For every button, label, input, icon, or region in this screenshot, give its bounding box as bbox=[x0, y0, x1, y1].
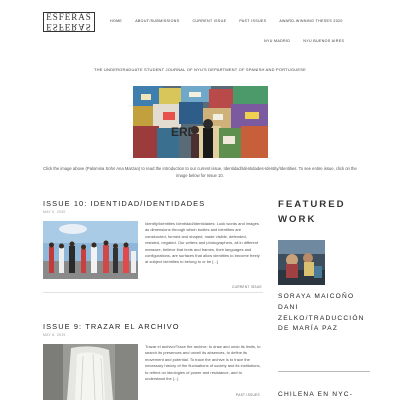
post-date: MAY 5, 2020 bbox=[43, 210, 66, 214]
logo-mirrored-text: ESFERAS bbox=[46, 22, 92, 32]
hero-caption: Click the image above (Palomina Sohn Ana… bbox=[43, 166, 357, 178]
post-excerpt: Identity/Identities Identidad/Identidade… bbox=[145, 221, 260, 265]
sidebar-divider bbox=[278, 371, 370, 372]
post-title[interactable]: ISSUE 10: IDENTIDAD/IDENTIDADES bbox=[43, 199, 205, 208]
site-logo[interactable]: ESFERAS ESFERAS bbox=[43, 12, 95, 32]
post-category[interactable]: PAST ISSUES bbox=[236, 393, 260, 397]
post-image[interactable] bbox=[43, 344, 138, 400]
featured-post-title[interactable]: SORAYA MAICOÑO DANI ZELKO/TRADUCCIÓN DE … bbox=[278, 292, 370, 335]
nav-nyu-buenos-aires[interactable]: NYU BUENOS AIRES bbox=[303, 39, 344, 43]
site-tagline: THE UNDERGRADUATE STUDENT JOURNAL OF NYU… bbox=[94, 67, 306, 72]
post-title[interactable]: ISSUE 9: TRAZAR EL ARCHIVO bbox=[43, 322, 180, 331]
post-excerpt: Trazar el archivo/Trace the archive: to … bbox=[145, 344, 261, 382]
post-category[interactable]: CURRENT ISSUE bbox=[232, 285, 262, 289]
nav-current-issue[interactable]: CURRENT ISSUE bbox=[192, 19, 226, 23]
nav-award-winning-theses[interactable]: AWARD-WINNING THESES 2020 bbox=[279, 19, 342, 23]
post-image[interactable] bbox=[43, 221, 138, 279]
logo-text: ESFERAS bbox=[46, 12, 92, 22]
main-nav: HOME ABOUT/SUBMISSIONS CURRENT ISSUE PAS… bbox=[110, 19, 356, 23]
nav-about-submissions[interactable]: ABOUT/SUBMISSIONS bbox=[135, 19, 179, 23]
secondary-nav: NYU MADRID NYU BUENOS AIRES bbox=[264, 39, 357, 43]
sidebar-next-post-title[interactable]: CHILENA EN NYC- bbox=[278, 391, 370, 398]
nav-past-issues[interactable]: PAST ISSUES bbox=[239, 19, 266, 23]
post-date: MAY 8, 2019 bbox=[43, 333, 66, 337]
post-divider bbox=[43, 292, 263, 293]
featured-image[interactable] bbox=[278, 240, 325, 285]
sidebar-heading: FEATURED WORK bbox=[278, 199, 346, 225]
hero-image[interactable]: ERD bbox=[133, 86, 268, 158]
nav-home[interactable]: HOME bbox=[110, 19, 122, 23]
nav-nyu-madrid[interactable]: NYU MADRID bbox=[264, 39, 290, 43]
